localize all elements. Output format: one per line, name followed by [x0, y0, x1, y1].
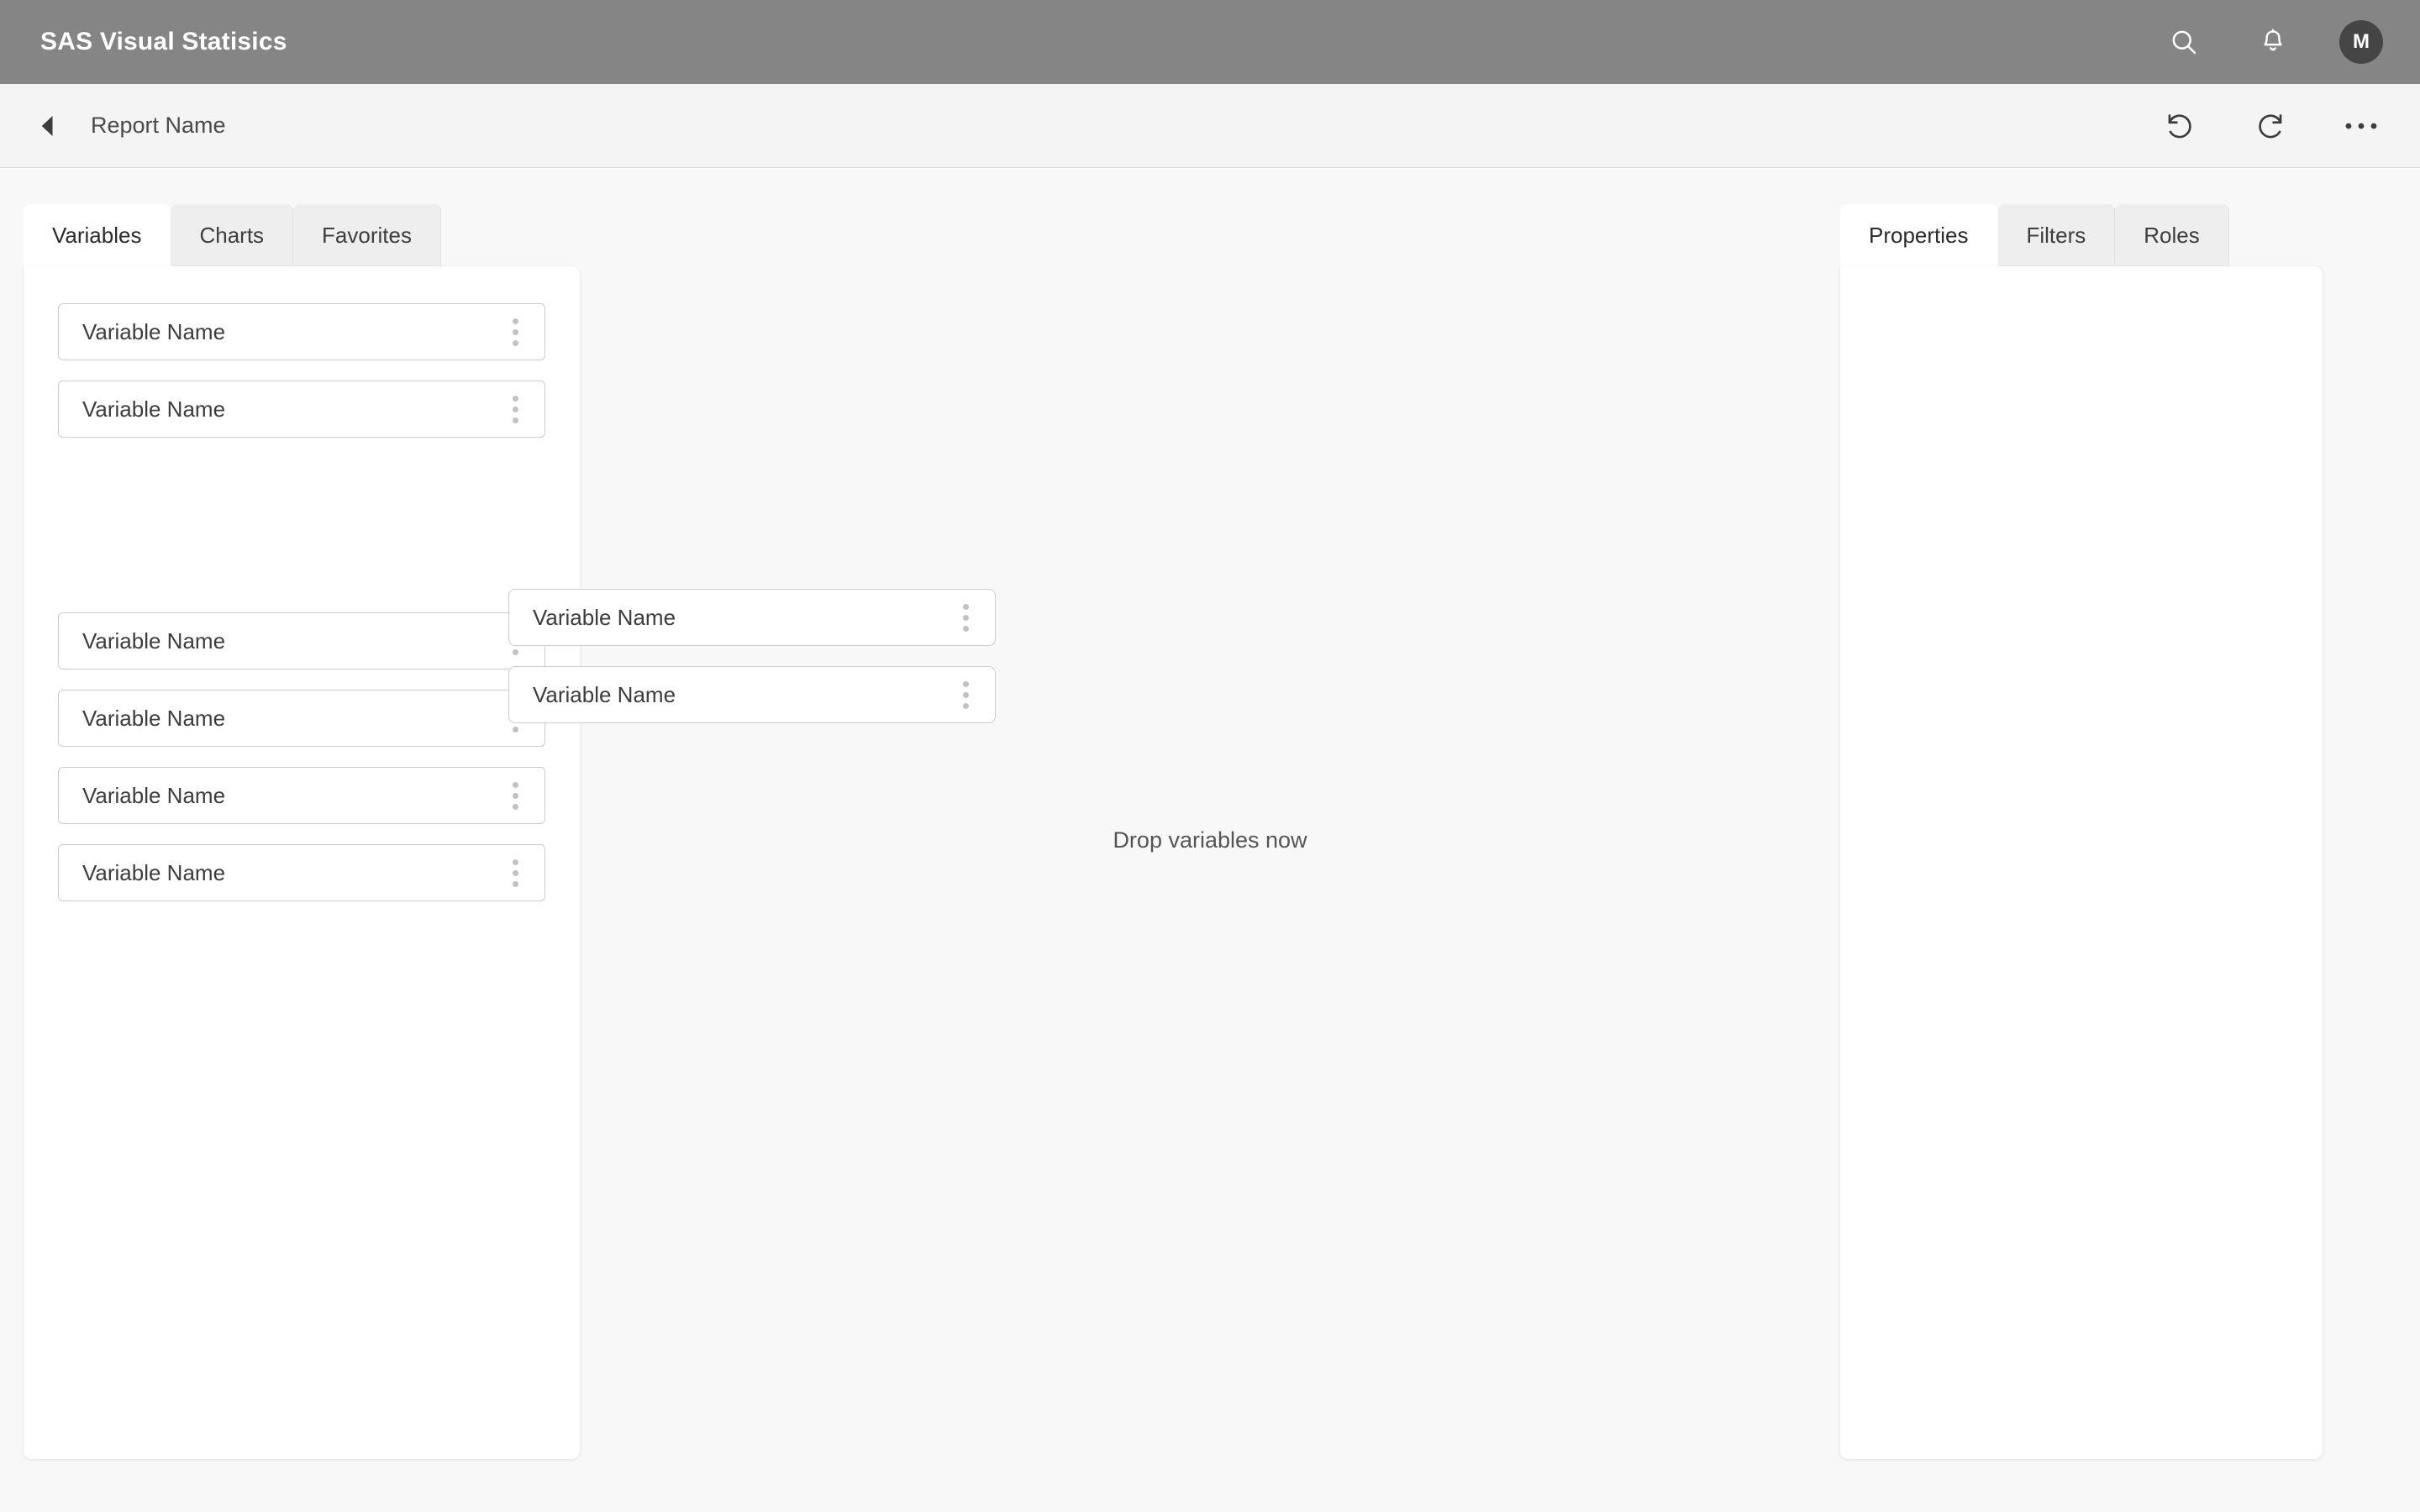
- back-button[interactable]: [32, 109, 66, 143]
- tab-roles[interactable]: Roles: [2115, 204, 2229, 266]
- notifications-button[interactable]: [2250, 19, 2296, 65]
- variable-card[interactable]: Variable Name: [58, 612, 545, 669]
- right-panel-tabstrip: Properties Filters Roles: [1840, 204, 2323, 266]
- workspace: Variables Charts Favorites Variable Name…: [0, 169, 2420, 1512]
- undo-icon: [2164, 110, 2196, 142]
- app-header: SAS Visual Statisics M: [0, 0, 2420, 84]
- variable-card-label: Variable Name: [533, 604, 676, 630]
- variable-card[interactable]: Variable Name: [58, 381, 545, 438]
- tab-variables-label: Variables: [52, 222, 142, 248]
- variable-card[interactable]: Variable Name: [58, 767, 545, 824]
- kebab-menu-icon[interactable]: [955, 601, 976, 634]
- drop-zone[interactable]: Drop variables now: [580, 169, 1840, 1512]
- variable-card-label: Variable Name: [82, 705, 226, 731]
- tab-properties[interactable]: Properties: [1840, 204, 1998, 266]
- properties-content: [1840, 266, 2323, 1459]
- variables-list: Variable Name Variable Name Variable Nam…: [24, 266, 580, 1459]
- kebab-menu-icon[interactable]: [504, 779, 526, 812]
- header-actions: M: [2161, 19, 2383, 65]
- variable-card-label: Variable Name: [82, 782, 226, 808]
- right-panel: Properties Filters Roles: [1840, 204, 2323, 1459]
- tab-charts-label: Charts: [199, 222, 265, 248]
- redo-button[interactable]: [2249, 104, 2292, 148]
- more-options-icon: [2344, 120, 2378, 132]
- more-options-button[interactable]: [2339, 104, 2383, 148]
- tab-charts[interactable]: Charts: [171, 204, 294, 266]
- left-panel: Variables Charts Favorites Variable Name…: [24, 204, 580, 1459]
- tab-filters[interactable]: Filters: [1997, 204, 2116, 266]
- tab-filters-label: Filters: [2026, 222, 2086, 248]
- variable-card-label: Variable Name: [82, 318, 226, 344]
- variable-card[interactable]: Variable Name: [58, 690, 545, 747]
- variable-card[interactable]: Variable Name: [58, 303, 545, 360]
- kebab-menu-icon[interactable]: [955, 678, 976, 711]
- avatar[interactable]: M: [2339, 20, 2383, 64]
- app-title: SAS Visual Statisics: [40, 28, 287, 55]
- dragged-variable-card[interactable]: Variable Name: [508, 589, 996, 646]
- tab-variables[interactable]: Variables: [24, 204, 171, 266]
- kebab-menu-icon[interactable]: [504, 856, 526, 890]
- variable-card-label: Variable Name: [82, 627, 226, 654]
- report-toolbar: Report Name: [0, 84, 2420, 168]
- avatar-initial: M: [2353, 30, 2370, 53]
- variable-card-label: Variable Name: [82, 396, 226, 422]
- tab-properties-label: Properties: [1869, 222, 1969, 248]
- search-button[interactable]: [2161, 19, 2207, 65]
- variable-card-label: Variable Name: [533, 681, 676, 707]
- kebab-menu-icon[interactable]: [504, 315, 526, 349]
- report-name[interactable]: Report Name: [91, 113, 226, 139]
- variable-card-label: Variable Name: [82, 859, 226, 885]
- tab-favorites[interactable]: Favorites: [293, 204, 441, 266]
- variable-card[interactable]: Variable Name: [58, 844, 545, 901]
- tab-favorites-label: Favorites: [322, 222, 412, 248]
- bell-icon: [2259, 28, 2287, 56]
- dragged-variable-card[interactable]: Variable Name: [508, 666, 996, 723]
- undo-button[interactable]: [2158, 104, 2202, 148]
- back-arrow-icon: [38, 113, 60, 139]
- drop-zone-message: Drop variables now: [1113, 827, 1307, 853]
- left-panel-tabstrip: Variables Charts Favorites: [24, 204, 580, 266]
- redo-icon: [2254, 110, 2286, 142]
- kebab-menu-icon[interactable]: [504, 392, 526, 426]
- search-icon: [2169, 27, 2199, 57]
- tab-roles-label: Roles: [2144, 222, 2200, 248]
- toolbar-actions: [2158, 104, 2383, 148]
